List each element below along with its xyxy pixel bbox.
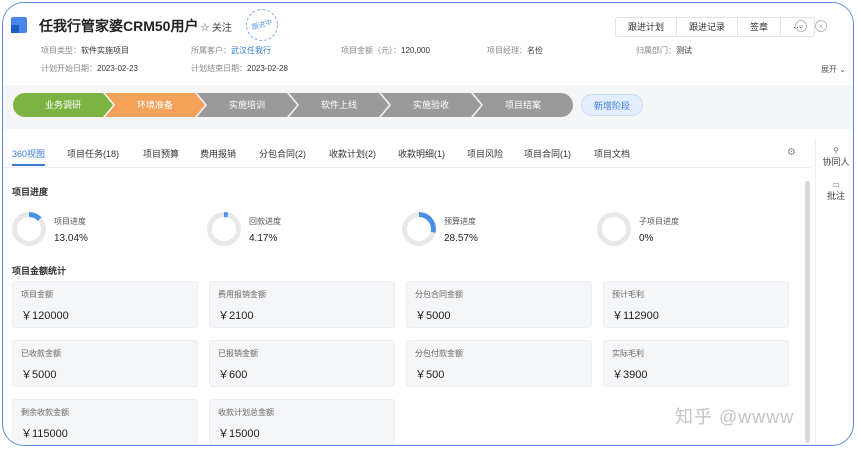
meta-customer: 所属客户：武汉任我行 — [191, 46, 271, 55]
follow-label: 关注 — [211, 23, 232, 34]
amount-card: 分包合同金额 ￥5000 — [406, 281, 592, 328]
header-actions: 跟进计划 跟进记录 签章 ··· — [615, 17, 816, 37]
tab-budget[interactable]: 项目预算 — [143, 147, 179, 160]
tab-documents[interactable]: 项目文档 — [594, 147, 630, 160]
watermark: 知乎 @wwww — [675, 407, 795, 427]
follow-button[interactable]: ☆ 关注 — [200, 19, 232, 34]
project-header: 任我行管家婆CRM50用户 ☆ 关注 跟进中 跟进计划 跟进记录 签章 ··· ○… — [3, 3, 853, 83]
meta-project-type: 项目类型：软件实施项目 — [41, 46, 129, 55]
stage-software-launch[interactable]: 软件上线 — [289, 93, 389, 117]
scrollbar[interactable] — [805, 181, 810, 443]
stage-business-research[interactable]: 业务调研 — [13, 93, 113, 117]
expand-button[interactable]: 展开 ⌄ — [821, 64, 846, 75]
stage-acceptance[interactable]: 实施验收 — [381, 93, 481, 117]
tab-contracts[interactable]: 项目合同(1) — [524, 147, 571, 160]
meta-manager: 项目经理：名俭 — [487, 46, 543, 55]
meta-department: 归属部门：测试 — [636, 46, 692, 55]
follow-plan-button[interactable]: 跟进计划 — [616, 18, 678, 36]
chevron-down-icon: ⌄ — [839, 65, 846, 74]
amount-card: 剩余收款金额 ￥115000 — [12, 399, 198, 445]
customer-link[interactable]: 武汉任我行 — [231, 46, 271, 55]
amount-card: 实际毛利 ￥3900 — [603, 340, 789, 387]
tab-360-view[interactable]: 360视图 — [12, 147, 46, 166]
amount-card: 费用报销金额 ￥2100 — [209, 281, 395, 328]
amount-card: 已收款金额 ￥5000 — [12, 340, 198, 387]
star-icon: ☆ — [200, 22, 210, 34]
tab-bar: 360视图 项目任务(18) 项目预算 费用报销 分包合同(2) 收款计划(2)… — [3, 140, 811, 168]
amount-section-title: 项目金额统计 — [12, 266, 67, 276]
tab-payment-details[interactable]: 收款明细(1) — [398, 147, 445, 160]
meta-end-date: 计划结束日期：2023-02-28 — [191, 64, 288, 73]
refresh-icon[interactable]: ○ — [795, 20, 807, 32]
comment-button[interactable]: ▭ 批注 — [816, 180, 853, 202]
progress-ring — [597, 212, 631, 246]
page-title: 任我行管家婆CRM50用户 — [39, 18, 199, 34]
sign-button[interactable]: 签章 — [738, 18, 782, 36]
gear-icon[interactable]: ⚙ — [787, 147, 796, 158]
stage-implementation-training[interactable]: 实施培训 — [197, 93, 297, 117]
amount-card: 预计毛利 ￥112900 — [603, 281, 789, 328]
follow-record-button[interactable]: 跟进记录 — [677, 18, 739, 36]
add-stage-button[interactable]: 新增阶段 — [581, 94, 644, 116]
collaborator-button[interactable]: ⚲ 协同人 — [816, 146, 853, 168]
stage-pipeline: 业务调研 环境准备 实施培训 软件上线 实施验收 项目结案 新增阶段 — [3, 85, 853, 129]
tab-subcontracts[interactable]: 分包合同(2) — [259, 147, 306, 160]
amount-card: 已报销金额 ￥600 — [209, 340, 395, 387]
collaborator-icon: ⚲ — [833, 146, 839, 155]
comment-icon: ▭ — [832, 180, 840, 189]
progress-ring — [12, 212, 46, 246]
tab-risks[interactable]: 项目风险 — [467, 147, 503, 160]
status-stamp: 跟进中 — [242, 5, 282, 45]
meta-start-date: 计划开始日期：2023-02-23 — [41, 64, 138, 73]
amount-card: 收款计划总金额 ￥15000 — [209, 399, 395, 445]
meta-amount: 项目金额（元）：120,000 — [341, 46, 430, 55]
progress-ring — [207, 212, 241, 246]
progress-ring — [402, 212, 436, 246]
stage-environment-prep[interactable]: 环境准备 — [105, 93, 205, 117]
tab-expenses[interactable]: 费用报销 — [200, 147, 236, 160]
progress-section-title: 项目进度 — [12, 187, 49, 197]
amount-card: 项目金额 ￥120000 — [12, 281, 198, 328]
stage-project-closure[interactable]: 项目结案 — [473, 93, 573, 117]
app-window: 任我行管家婆CRM50用户 ☆ 关注 跟进中 跟进计划 跟进记录 签章 ··· ○… — [2, 2, 854, 446]
amount-card: 分包付款金额 ￥500 — [406, 340, 592, 387]
project-logo-icon — [11, 17, 27, 33]
right-side-panel: ⚲ 协同人 ▭ 批注 — [815, 138, 853, 445]
tab-payment-plan[interactable]: 收款计划(2) — [329, 147, 376, 160]
tab-tasks[interactable]: 项目任务(18) — [67, 147, 119, 160]
close-icon[interactable]: × — [815, 20, 827, 32]
